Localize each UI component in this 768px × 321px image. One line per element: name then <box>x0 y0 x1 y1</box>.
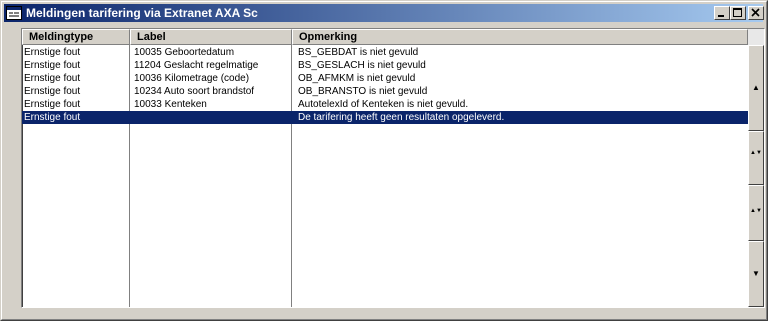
cell-label: 10036 Kilometrage (code) <box>134 73 250 84</box>
cell-label: 11204 Geslacht regelmatige <box>134 60 259 71</box>
close-icon <box>751 8 760 17</box>
close-button[interactable] <box>748 6 764 20</box>
cell-meldingtype: Ernstige fout <box>24 60 81 71</box>
cell-meldingtype: Ernstige fout <box>24 47 81 58</box>
cell-opmerking: OB_BRANSTO is niet gevuld <box>298 86 428 97</box>
cell-opmerking: BS_GESLACH is niet gevuld <box>298 60 426 71</box>
cell-opmerking: AutotelexId of Kenteken is niet gevuld. <box>298 99 469 110</box>
cell-meldingtype: Ernstige fout <box>24 99 81 110</box>
column-header-meldingtype[interactable]: Meldingtype <box>22 29 130 45</box>
column-header-opmerking[interactable]: Opmerking <box>292 29 748 45</box>
column-header-label[interactable]: Label <box>130 29 292 45</box>
list-row-selected[interactable]: Ernstige fout De tarifering heeft geen r… <box>22 111 748 124</box>
minimize-button[interactable] <box>714 6 730 20</box>
cell-opmerking: BS_GEBDAT is niet gevuld <box>298 47 419 58</box>
cell-label: 10033 Kenteken <box>134 99 207 110</box>
list-rows: Ernstige fout 10035 Geboortedatum BS_GEB… <box>22 46 748 124</box>
cell-meldingtype: Ernstige fout <box>24 86 81 97</box>
cell-label: 10035 Geboortedatum <box>134 47 235 58</box>
scroll-page-up-icon: ▲▼ <box>750 150 762 156</box>
list-row[interactable]: Ernstige fout 10234 Auto soort brandstof… <box>22 85 748 98</box>
scroll-down-arrow-icon: ▼ <box>752 269 760 278</box>
list-row[interactable]: Ernstige fout 10036 Kilometrage (code) O… <box>22 72 748 85</box>
list-row[interactable]: Ernstige fout 10033 Kenteken AutotelexId… <box>22 98 748 111</box>
list-row[interactable]: Ernstige fout 11204 Geslacht regelmatige… <box>22 59 748 72</box>
cell-meldingtype: Ernstige fout <box>24 73 81 84</box>
messages-listview[interactable]: Meldingtype Label Opmerking Ernstige fou… <box>21 28 765 308</box>
app-window-icon <box>6 6 22 20</box>
scroll-down-button[interactable]: ▼ <box>748 241 764 307</box>
cell-opmerking: OB_AFMKM is niet gevuld <box>298 73 416 84</box>
cell-label: 10234 Auto soort brandstof <box>134 86 255 97</box>
vertical-scrollbar[interactable]: ▲ ▲▼ ▲▼ ▼ <box>748 29 764 307</box>
minimize-icon <box>718 15 724 17</box>
scroll-page-up-button[interactable]: ▲▼ <box>748 131 764 185</box>
cell-meldingtype: Ernstige fout <box>24 112 81 123</box>
list-header: Meldingtype Label Opmerking <box>22 29 748 45</box>
app-window: Meldingen tarifering via Extranet AXA Sc… <box>0 0 768 321</box>
scroll-up-button[interactable]: ▲ <box>748 45 764 131</box>
window-title: Meldingen tarifering via Extranet AXA Sc <box>26 6 258 20</box>
scroll-page-down-icon: ▲▼ <box>750 208 762 214</box>
list-row[interactable]: Ernstige fout 10035 Geboortedatum BS_GEB… <box>22 46 748 59</box>
maximize-icon <box>733 8 742 17</box>
title-bar[interactable]: Meldingen tarifering via Extranet AXA Sc <box>4 4 764 22</box>
scroll-up-arrow-icon: ▲ <box>752 83 760 92</box>
maximize-button[interactable] <box>730 6 746 20</box>
cell-opmerking: De tarifering heeft geen resultaten opge… <box>298 112 505 123</box>
scroll-page-down-button[interactable]: ▲▼ <box>748 185 764 241</box>
